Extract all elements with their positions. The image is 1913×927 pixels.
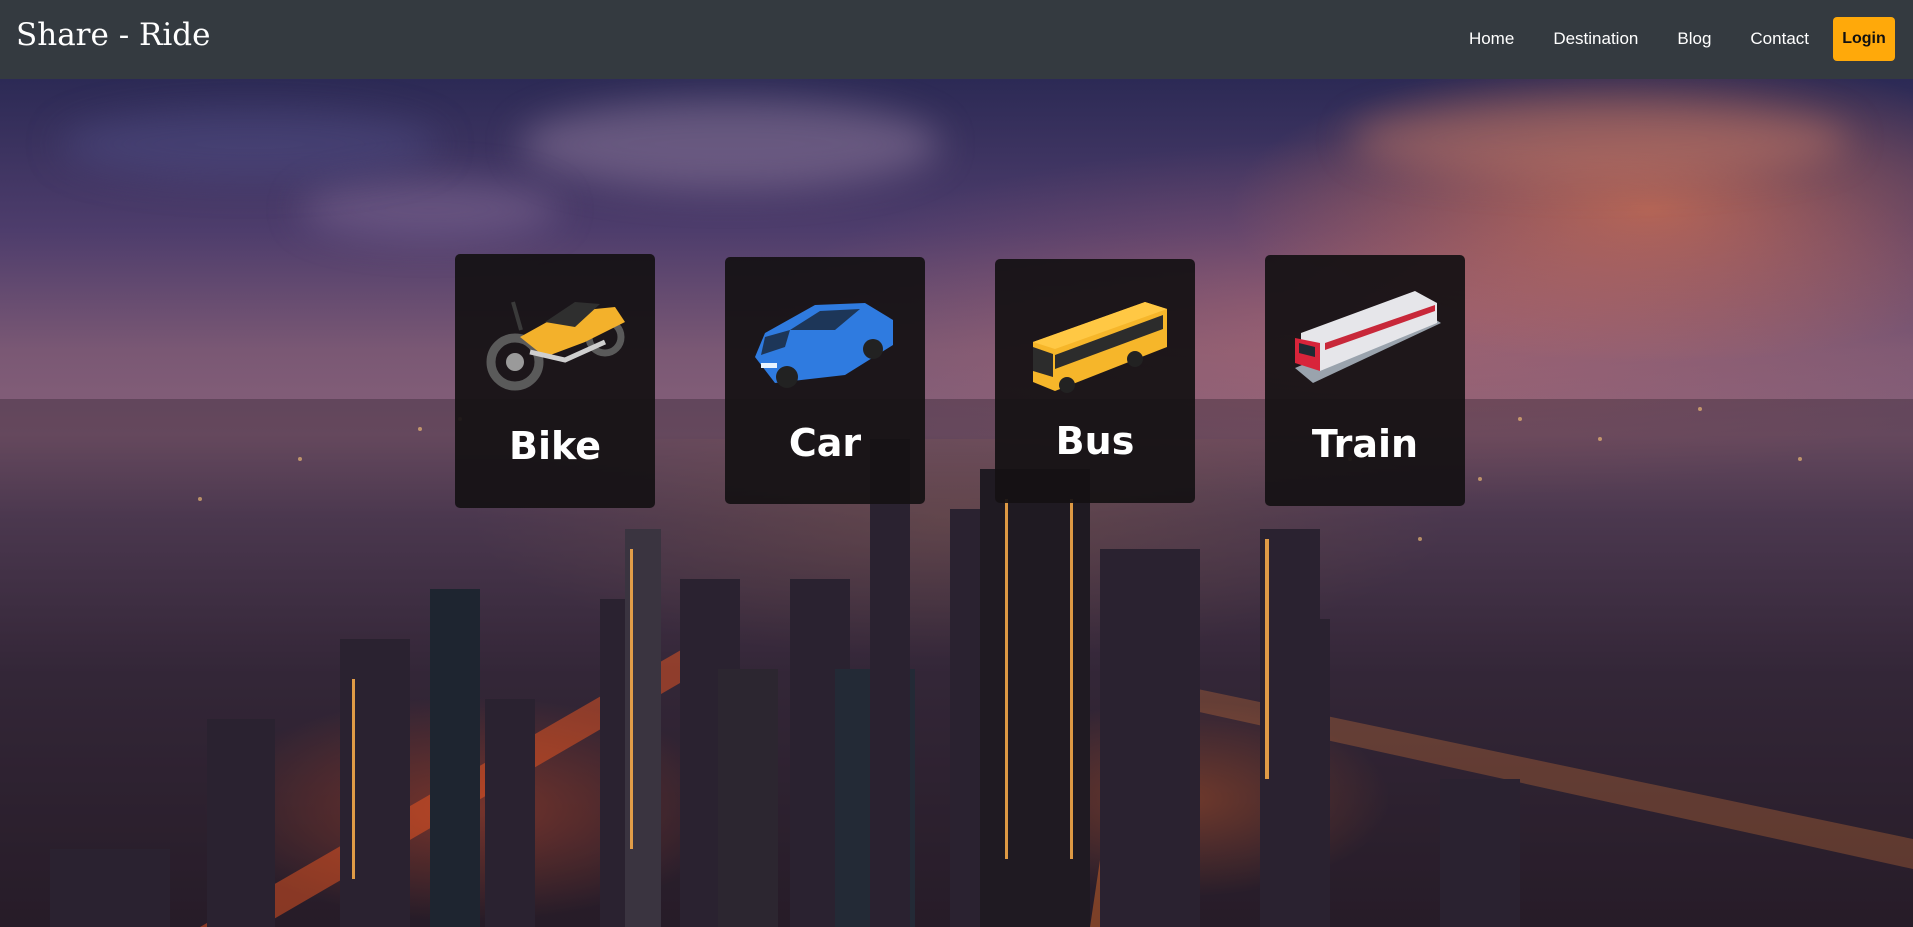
card-train[interactable]: Train: [1265, 255, 1465, 506]
navbar: Share - Ride Home Destination Blog Conta…: [0, 0, 1913, 79]
nav-link-destination[interactable]: Destination: [1553, 29, 1638, 49]
card-label: Car: [788, 421, 862, 465]
card-bus[interactable]: Bus: [995, 259, 1195, 503]
city-skyline: [0, 399, 1913, 927]
train-icon: [1295, 291, 1441, 383]
nav-links: Home Destination Blog Contact Login: [1469, 16, 1895, 61]
car-icon: [755, 303, 893, 388]
nav-link-blog[interactable]: Blog: [1677, 29, 1711, 49]
card-label: Train: [1311, 422, 1419, 466]
card-car[interactable]: Car: [725, 257, 925, 504]
bus-icon: [1033, 302, 1167, 393]
login-button[interactable]: Login: [1833, 16, 1895, 61]
hero-background-image: [0, 79, 1913, 927]
brand-logo[interactable]: Share - Ride: [16, 17, 210, 53]
card-label: Bike: [508, 424, 601, 468]
card-label: Bus: [1055, 419, 1135, 463]
nav-link-contact[interactable]: Contact: [1750, 29, 1809, 49]
motorcycle-icon: [486, 301, 625, 391]
card-bike[interactable]: Bike: [455, 254, 655, 508]
nav-link-home[interactable]: Home: [1469, 29, 1514, 49]
